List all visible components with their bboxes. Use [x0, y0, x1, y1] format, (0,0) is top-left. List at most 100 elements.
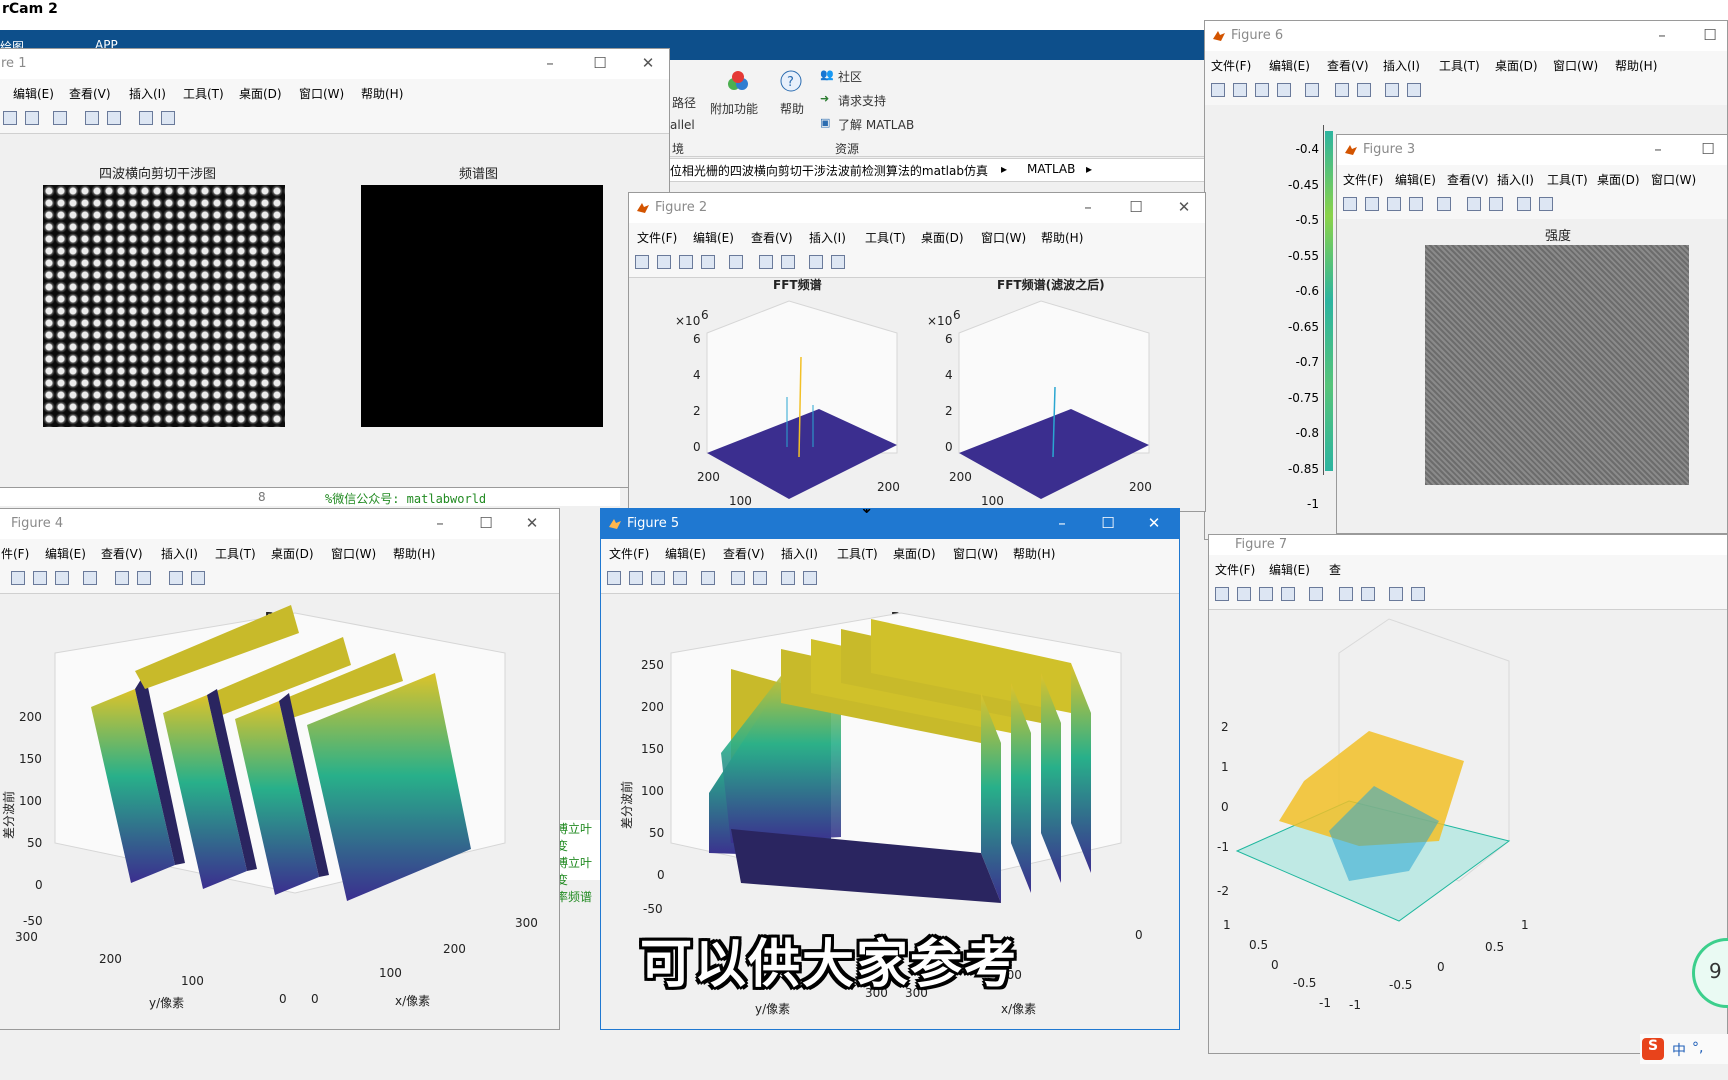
- legend-icon[interactable]: [1489, 197, 1503, 211]
- menu-help[interactable]: 帮助(H): [361, 85, 403, 102]
- maximize-button[interactable]: ☐: [1697, 140, 1719, 158]
- figure-5-titlebar[interactable]: Figure 5 – ☐ ✕: [601, 509, 1179, 539]
- open-icon[interactable]: [1237, 587, 1251, 601]
- menu-help[interactable]: 帮助(H): [1041, 229, 1083, 246]
- legend-icon[interactable]: [137, 571, 151, 585]
- menu-insert[interactable]: 插入(I): [129, 85, 166, 102]
- colorbar-icon[interactable]: [115, 571, 129, 585]
- menu-tools[interactable]: 工具(T): [215, 545, 256, 562]
- save-icon[interactable]: [33, 571, 47, 585]
- figure-7-window[interactable]: Figure 7 文件(F) 编辑(E) 查 2 1 0 -1 -2 1 0.5…: [1208, 534, 1728, 1054]
- legend-icon[interactable]: [1357, 83, 1371, 97]
- property-icon[interactable]: [1411, 587, 1425, 601]
- ime-punct[interactable]: °,: [1692, 1040, 1703, 1056]
- figure-4-titlebar[interactable]: Figure 4 – ☐ ✕: [0, 509, 559, 539]
- parallel-label[interactable]: allel: [670, 118, 695, 132]
- menu-view[interactable]: 查看(V): [1447, 171, 1489, 188]
- path-label[interactable]: 路径: [672, 94, 696, 111]
- new-icon[interactable]: [635, 255, 649, 269]
- menu-file[interactable]: 文件(F): [1343, 171, 1383, 188]
- new-icon[interactable]: [1211, 83, 1225, 97]
- link-icon[interactable]: [701, 571, 715, 585]
- pointer-icon[interactable]: [1389, 587, 1403, 601]
- property-icon[interactable]: [1407, 83, 1421, 97]
- menu-insert[interactable]: 插入(I): [161, 545, 198, 562]
- property-icon[interactable]: [191, 571, 205, 585]
- print-icon[interactable]: [25, 111, 39, 125]
- pointer-icon[interactable]: [781, 571, 795, 585]
- menu-view[interactable]: 查看(V): [1327, 57, 1369, 74]
- save-icon[interactable]: [1259, 587, 1273, 601]
- figure-2-titlebar[interactable]: Figure 2 – ☐ ✕: [629, 193, 1205, 223]
- open-icon[interactable]: [1233, 83, 1247, 97]
- ime-mode[interactable]: 中: [1672, 1040, 1686, 1060]
- menu-view[interactable]: 查看(V): [751, 229, 793, 246]
- minimize-button[interactable]: –: [1077, 198, 1099, 216]
- menu-help[interactable]: 帮助(H): [1615, 57, 1657, 74]
- pointer-icon[interactable]: [809, 255, 823, 269]
- minimize-button[interactable]: –: [1651, 26, 1673, 44]
- menu-window[interactable]: 窗口(W): [1553, 57, 1598, 74]
- menu-tools[interactable]: 工具(T): [183, 85, 224, 102]
- menu-view[interactable]: 查: [1329, 561, 1341, 578]
- menu-insert[interactable]: 插入(I): [1497, 171, 1534, 188]
- pointer-icon[interactable]: [1385, 83, 1399, 97]
- open-icon[interactable]: [1365, 197, 1379, 211]
- current-folder-bar[interactable]: F位相光栅的四波横向剪切干涉法波前检测算法的matlab仿真 ▸ MATLAB …: [660, 158, 1207, 182]
- menu-window[interactable]: 窗口(W): [981, 229, 1026, 246]
- menu-view[interactable]: 查看(V): [69, 85, 111, 102]
- legend-icon[interactable]: [781, 255, 795, 269]
- menu-file[interactable]: 文件(F): [1215, 561, 1255, 578]
- link-icon[interactable]: [1437, 197, 1451, 211]
- link-icon[interactable]: [83, 571, 97, 585]
- colorbar-icon[interactable]: [731, 571, 745, 585]
- print-icon[interactable]: [1277, 83, 1291, 97]
- community-link[interactable]: 社区: [838, 68, 862, 85]
- new-icon[interactable]: [607, 571, 621, 585]
- colorbar-icon[interactable]: [1335, 83, 1349, 97]
- pointer-icon[interactable]: [169, 571, 183, 585]
- menu-edit[interactable]: 编辑(E): [1269, 57, 1310, 74]
- minimize-button[interactable]: –: [539, 54, 561, 72]
- menu-tools[interactable]: 工具(T): [1547, 171, 1588, 188]
- menu-edit[interactable]: 编辑(E): [45, 545, 86, 562]
- menu-desktop[interactable]: 桌面(D): [271, 545, 314, 562]
- print-icon[interactable]: [1409, 197, 1423, 211]
- link-icon[interactable]: [1309, 587, 1323, 601]
- menu-insert[interactable]: 插入(I): [1383, 57, 1420, 74]
- minimize-button[interactable]: –: [429, 514, 451, 532]
- menu-edit[interactable]: 编辑(E): [693, 229, 734, 246]
- ime-tray[interactable]: S 中 °,: [1640, 1034, 1728, 1064]
- maximize-button[interactable]: ☐: [1097, 514, 1119, 532]
- addons-icon[interactable]: [726, 70, 750, 92]
- open-icon[interactable]: [629, 571, 643, 585]
- save-icon[interactable]: [651, 571, 665, 585]
- link-icon[interactable]: [53, 111, 67, 125]
- addons-button[interactable]: 附加功能: [710, 100, 758, 117]
- colorbar-icon[interactable]: [759, 255, 773, 269]
- menu-desktop[interactable]: 桌面(D): [239, 85, 282, 102]
- legend-icon[interactable]: [753, 571, 767, 585]
- figure-1-titlebar[interactable]: re 1 – ☐ ✕: [0, 49, 669, 79]
- close-button[interactable]: ✕: [637, 54, 659, 72]
- property-icon[interactable]: [161, 111, 175, 125]
- menu-edit[interactable]: 编辑(E): [1269, 561, 1310, 578]
- menu-help[interactable]: 帮助(H): [393, 545, 435, 562]
- menu-window[interactable]: 窗口(W): [331, 545, 376, 562]
- figure-2-window[interactable]: Figure 2 – ☐ ✕ 文件(F) 编辑(E) 查看(V) 插入(I) 工…: [628, 192, 1206, 512]
- figure-1-window[interactable]: re 1 – ☐ ✕ 编辑(E) 查看(V) 插入(I) 工具(T) 桌面(D)…: [0, 48, 670, 488]
- close-button[interactable]: ✕: [1143, 514, 1165, 532]
- menu-desktop[interactable]: 桌面(D): [1495, 57, 1538, 74]
- print-icon[interactable]: [55, 571, 69, 585]
- menu-window[interactable]: 窗口(W): [299, 85, 344, 102]
- learn-matlab-link[interactable]: 了解 MATLAB: [838, 116, 914, 133]
- maximize-button[interactable]: ☐: [1125, 198, 1147, 216]
- open-icon[interactable]: [657, 255, 671, 269]
- menu-tools[interactable]: 工具(T): [837, 545, 878, 562]
- print-icon[interactable]: [1281, 587, 1295, 601]
- folder-matlab[interactable]: MATLAB: [1027, 162, 1075, 176]
- colorbar-icon[interactable]: [1339, 587, 1353, 601]
- menu-help[interactable]: 帮助(H): [1013, 545, 1055, 562]
- menu-edit[interactable]: 编辑(E): [1395, 171, 1436, 188]
- menu-edit[interactable]: 编辑(E): [13, 85, 54, 102]
